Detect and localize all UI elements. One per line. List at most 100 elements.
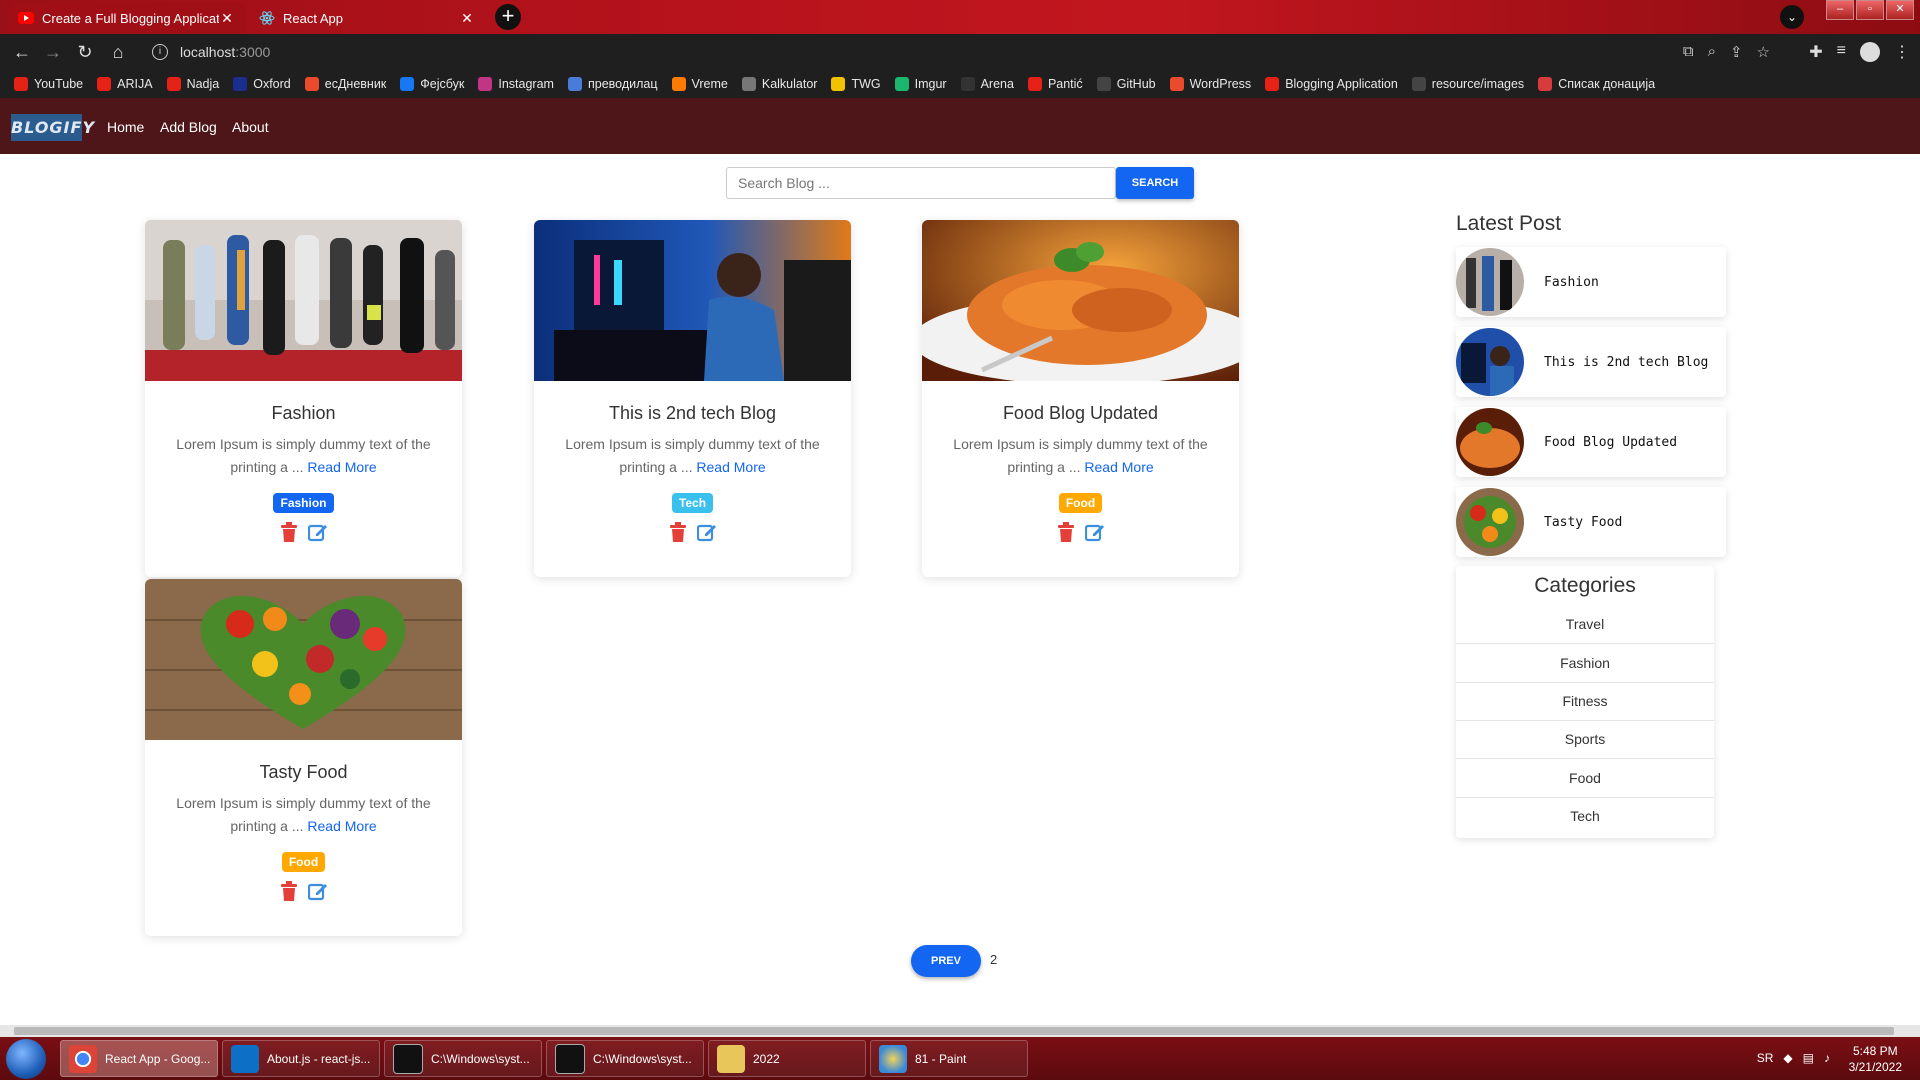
bookmark-item[interactable]: GitHub — [1096, 77, 1156, 91]
read-more-link[interactable]: Read More — [307, 459, 376, 475]
shield-icon[interactable]: ◆ — [1783, 1051, 1792, 1065]
bookmark-label: resource/images — [1431, 77, 1525, 91]
profile-avatar[interactable] — [1860, 42, 1880, 62]
bookmark-item[interactable]: Imgur — [894, 77, 947, 91]
tab-react-app[interactable]: React App ✕ — [249, 2, 485, 34]
edit-pencil-icon[interactable] — [307, 881, 328, 901]
category-item-travel[interactable]: Travel — [1456, 605, 1714, 644]
blog-image-vegetables-heart[interactable] — [145, 579, 462, 740]
close-tab-icon[interactable]: ✕ — [219, 10, 235, 27]
blog-actions — [922, 522, 1239, 542]
search-input[interactable] — [726, 167, 1116, 199]
nav-add-blog-link[interactable]: Add Blog — [160, 119, 217, 135]
category-item-tech[interactable]: Tech — [1456, 797, 1714, 835]
terminal-icon — [555, 1043, 585, 1074]
read-more-link[interactable]: Read More — [307, 818, 376, 834]
reading-list-icon[interactable]: ≡ — [1837, 42, 1846, 62]
category-item-fashion[interactable]: Fashion — [1456, 644, 1714, 683]
network-icon[interactable]: ▤ — [1803, 1051, 1814, 1065]
taskbar-item-chrome[interactable]: React App - Goog... — [60, 1040, 218, 1077]
bookmark-item[interactable]: TWG — [831, 77, 881, 91]
back-icon[interactable]: ← — [10, 40, 34, 64]
share-icon[interactable]: ⇪ — [1730, 43, 1743, 61]
taskbar-item-vscode[interactable]: About.js - react-js... — [222, 1040, 380, 1077]
latest-post-item[interactable]: Fashion — [1456, 247, 1726, 317]
bookmark-item[interactable]: Vreme — [671, 77, 728, 91]
forward-icon[interactable]: → — [41, 40, 65, 64]
translate-icon[interactable]: ⧉ — [1683, 43, 1694, 61]
bookmark-item[interactable]: resource/images — [1411, 77, 1525, 91]
blog-image-fashion-runway[interactable] — [145, 220, 462, 381]
close-tab-icon[interactable]: ✕ — [459, 10, 475, 27]
bookmark-item[interactable]: Arena — [960, 77, 1014, 91]
bookmark-item[interactable]: Фејсбук — [400, 77, 464, 91]
bookmark-favicon-icon — [14, 77, 28, 91]
reload-icon[interactable]: ↻ — [73, 40, 97, 64]
taskbar-item-paint[interactable]: 81 - Paint — [870, 1040, 1028, 1077]
bookmark-item[interactable]: Blogging Application — [1265, 77, 1398, 91]
blog-image-gamer[interactable] — [534, 220, 851, 381]
latest-post-item[interactable]: Tasty Food — [1456, 487, 1726, 557]
categories-panel: Categories Travel Fashion Fitness Sports… — [1456, 566, 1714, 838]
bookmark-favicon-icon — [478, 77, 493, 91]
language-indicator[interactable]: SR — [1757, 1051, 1774, 1065]
minimize-icon[interactable]: – — [1826, 0, 1854, 20]
address-bar[interactable]: i localhost:3000 — [140, 38, 1780, 66]
latest-post-item[interactable]: This is 2nd tech Blog — [1456, 327, 1726, 397]
bookmark-item[interactable]: Списак донација — [1538, 77, 1655, 91]
edit-pencil-icon[interactable] — [1084, 522, 1105, 542]
tab-create-blogging-app[interactable]: Create a Full Blogging Applicatio ✕ — [8, 2, 245, 34]
horizontal-scrollbar[interactable] — [0, 1025, 1920, 1037]
bookmark-star-icon[interactable]: ☆ — [1757, 43, 1770, 61]
tab-search-icon[interactable]: ⌄ — [1780, 5, 1804, 29]
bookmark-favicon-icon — [1411, 77, 1426, 91]
scrollbar-thumb[interactable] — [14, 1027, 1894, 1035]
blogify-logo[interactable]: BLOGIFY — [11, 114, 94, 141]
category-item-fitness[interactable]: Fitness — [1456, 682, 1714, 721]
bookmark-item[interactable]: Nadja — [166, 77, 219, 91]
delete-trash-icon[interactable] — [280, 881, 298, 901]
bookmark-favicon-icon — [400, 77, 415, 91]
delete-trash-icon[interactable] — [669, 522, 687, 542]
category-item-sports[interactable]: Sports — [1456, 720, 1714, 759]
bookmark-item[interactable]: есДневник — [304, 77, 386, 91]
taskbar-item-cmd-2[interactable]: C:\Windows\syst... — [546, 1040, 704, 1077]
delete-trash-icon[interactable] — [280, 522, 298, 542]
read-more-link[interactable]: Read More — [696, 459, 765, 475]
taskbar-item-folder[interactable]: 2022 — [708, 1040, 866, 1077]
edit-pencil-icon[interactable] — [307, 522, 328, 542]
bookmark-item[interactable]: YouTube — [14, 77, 83, 91]
bookmark-item[interactable]: Oxford — [233, 77, 291, 91]
taskbar-item-cmd-1[interactable]: C:\Windows\syst... — [384, 1040, 542, 1077]
delete-trash-icon[interactable] — [1057, 522, 1075, 542]
system-tray: SR ◆ ▤ ♪ — [1757, 1051, 1830, 1065]
edit-pencil-icon[interactable] — [696, 522, 717, 542]
zoom-icon[interactable]: ⌕ — [1708, 43, 1716, 61]
bookmark-item[interactable]: преводилац — [567, 77, 658, 91]
read-more-link[interactable]: Read More — [1084, 459, 1153, 475]
bookmark-item[interactable]: WordPress — [1169, 77, 1251, 91]
category-item-food[interactable]: Food — [1456, 759, 1714, 798]
bookmark-favicon-icon — [1538, 77, 1553, 91]
search-button[interactable]: SEARCH — [1116, 167, 1194, 199]
restore-icon[interactable]: ▫ — [1856, 0, 1884, 20]
bookmark-item[interactable]: Pantić — [1027, 77, 1083, 91]
close-window-icon[interactable]: ✕ — [1886, 0, 1914, 20]
nav-home-link[interactable]: Home — [107, 119, 144, 135]
speaker-icon[interactable]: ♪ — [1824, 1051, 1830, 1065]
menu-kebab-icon[interactable]: ⋮ — [1894, 42, 1910, 62]
nav-about-link[interactable]: About — [232, 119, 269, 135]
extensions-puzzle-icon[interactable]: ✚ — [1809, 42, 1822, 62]
clock[interactable]: 5:48 PM 3/21/2022 — [1849, 1043, 1902, 1075]
latest-post-thumbnail — [1456, 488, 1524, 556]
prev-page-button[interactable]: PREV — [911, 945, 981, 977]
bookmark-item[interactable]: ARIJA — [97, 77, 153, 91]
start-button[interactable] — [6, 1039, 46, 1079]
latest-post-item[interactable]: Food Blog Updated — [1456, 407, 1726, 477]
bookmark-item[interactable]: Instagram — [478, 77, 554, 91]
bookmark-item[interactable]: Kalkulator — [741, 77, 817, 91]
site-info-icon[interactable]: i — [152, 44, 168, 60]
blog-image-pasta[interactable] — [922, 220, 1239, 381]
home-icon[interactable]: ⌂ — [106, 40, 130, 64]
new-tab-button[interactable]: + — [495, 4, 521, 30]
